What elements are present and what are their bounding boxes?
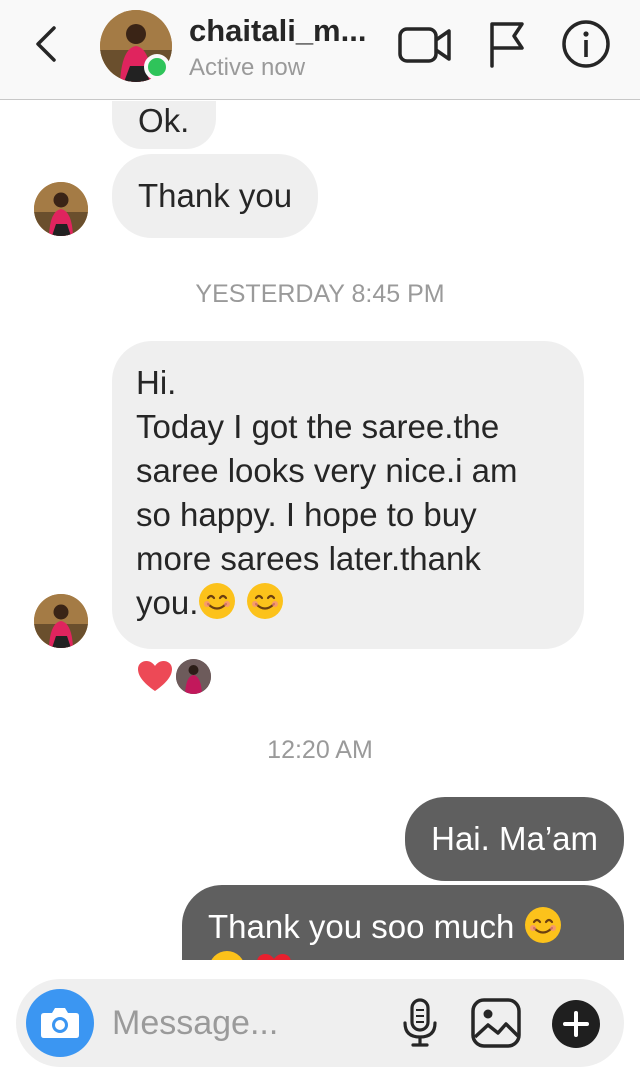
message-line: Hi. [136, 364, 177, 401]
plus-icon [563, 1011, 589, 1037]
message-timestamp: 12:20 AM [267, 736, 373, 764]
message-composer [16, 979, 624, 1067]
smiling-face-emoji [524, 907, 561, 943]
contact-avatar-small[interactable] [34, 182, 88, 236]
incoming-message[interactable]: Ok. [112, 101, 216, 149]
message-line: saree looks very nice.i am [136, 452, 518, 489]
smiling-face-emoji [199, 583, 236, 619]
microphone-icon[interactable] [400, 997, 440, 1049]
message-text: Thank you [138, 177, 293, 214]
info-icon[interactable] [560, 18, 612, 70]
smiling-face-emoji [246, 583, 283, 619]
message-text: Ok. [138, 102, 190, 139]
video-call-icon[interactable] [396, 18, 454, 70]
message-text: Hai. Ma’am [431, 820, 598, 857]
message-timestamp: YESTERDAY 8:45 PM [195, 280, 445, 308]
message-thread[interactable]: Ok. Thank you YESTERDAY 8:45 PM Hi. Toda… [0, 101, 640, 1082]
incoming-message[interactable]: Thank you [112, 154, 319, 238]
message-text: Thank you soo much [208, 908, 515, 945]
back-chevron-icon[interactable] [26, 22, 66, 66]
chat-header: chaitali_m... Active now [0, 0, 640, 100]
message-line: more sarees later.thank [136, 540, 481, 577]
camera-icon [41, 1008, 79, 1038]
active-status: Active now [189, 54, 306, 81]
reactor-avatar[interactable] [176, 659, 211, 694]
contact-avatar-small[interactable] [34, 594, 88, 648]
contact-name[interactable]: chaitali_m... [189, 13, 366, 49]
outgoing-message[interactable]: Hai. Ma’am [405, 797, 624, 881]
camera-button[interactable] [26, 989, 94, 1057]
flag-icon[interactable] [484, 18, 530, 70]
message-line: Today I got the saree.the [136, 408, 500, 445]
message-line: so happy. I hope to buy [136, 496, 477, 533]
plus-button[interactable] [552, 1000, 600, 1048]
message-line-last: you. [136, 581, 560, 625]
heart-reaction-icon[interactable] [136, 659, 174, 693]
incoming-message[interactable]: Hi. Today I got the saree.the saree look… [112, 341, 584, 649]
image-gallery-icon[interactable] [470, 997, 522, 1049]
message-input[interactable] [112, 997, 382, 1049]
message-text: you. [136, 584, 199, 621]
online-status-dot [144, 54, 170, 80]
